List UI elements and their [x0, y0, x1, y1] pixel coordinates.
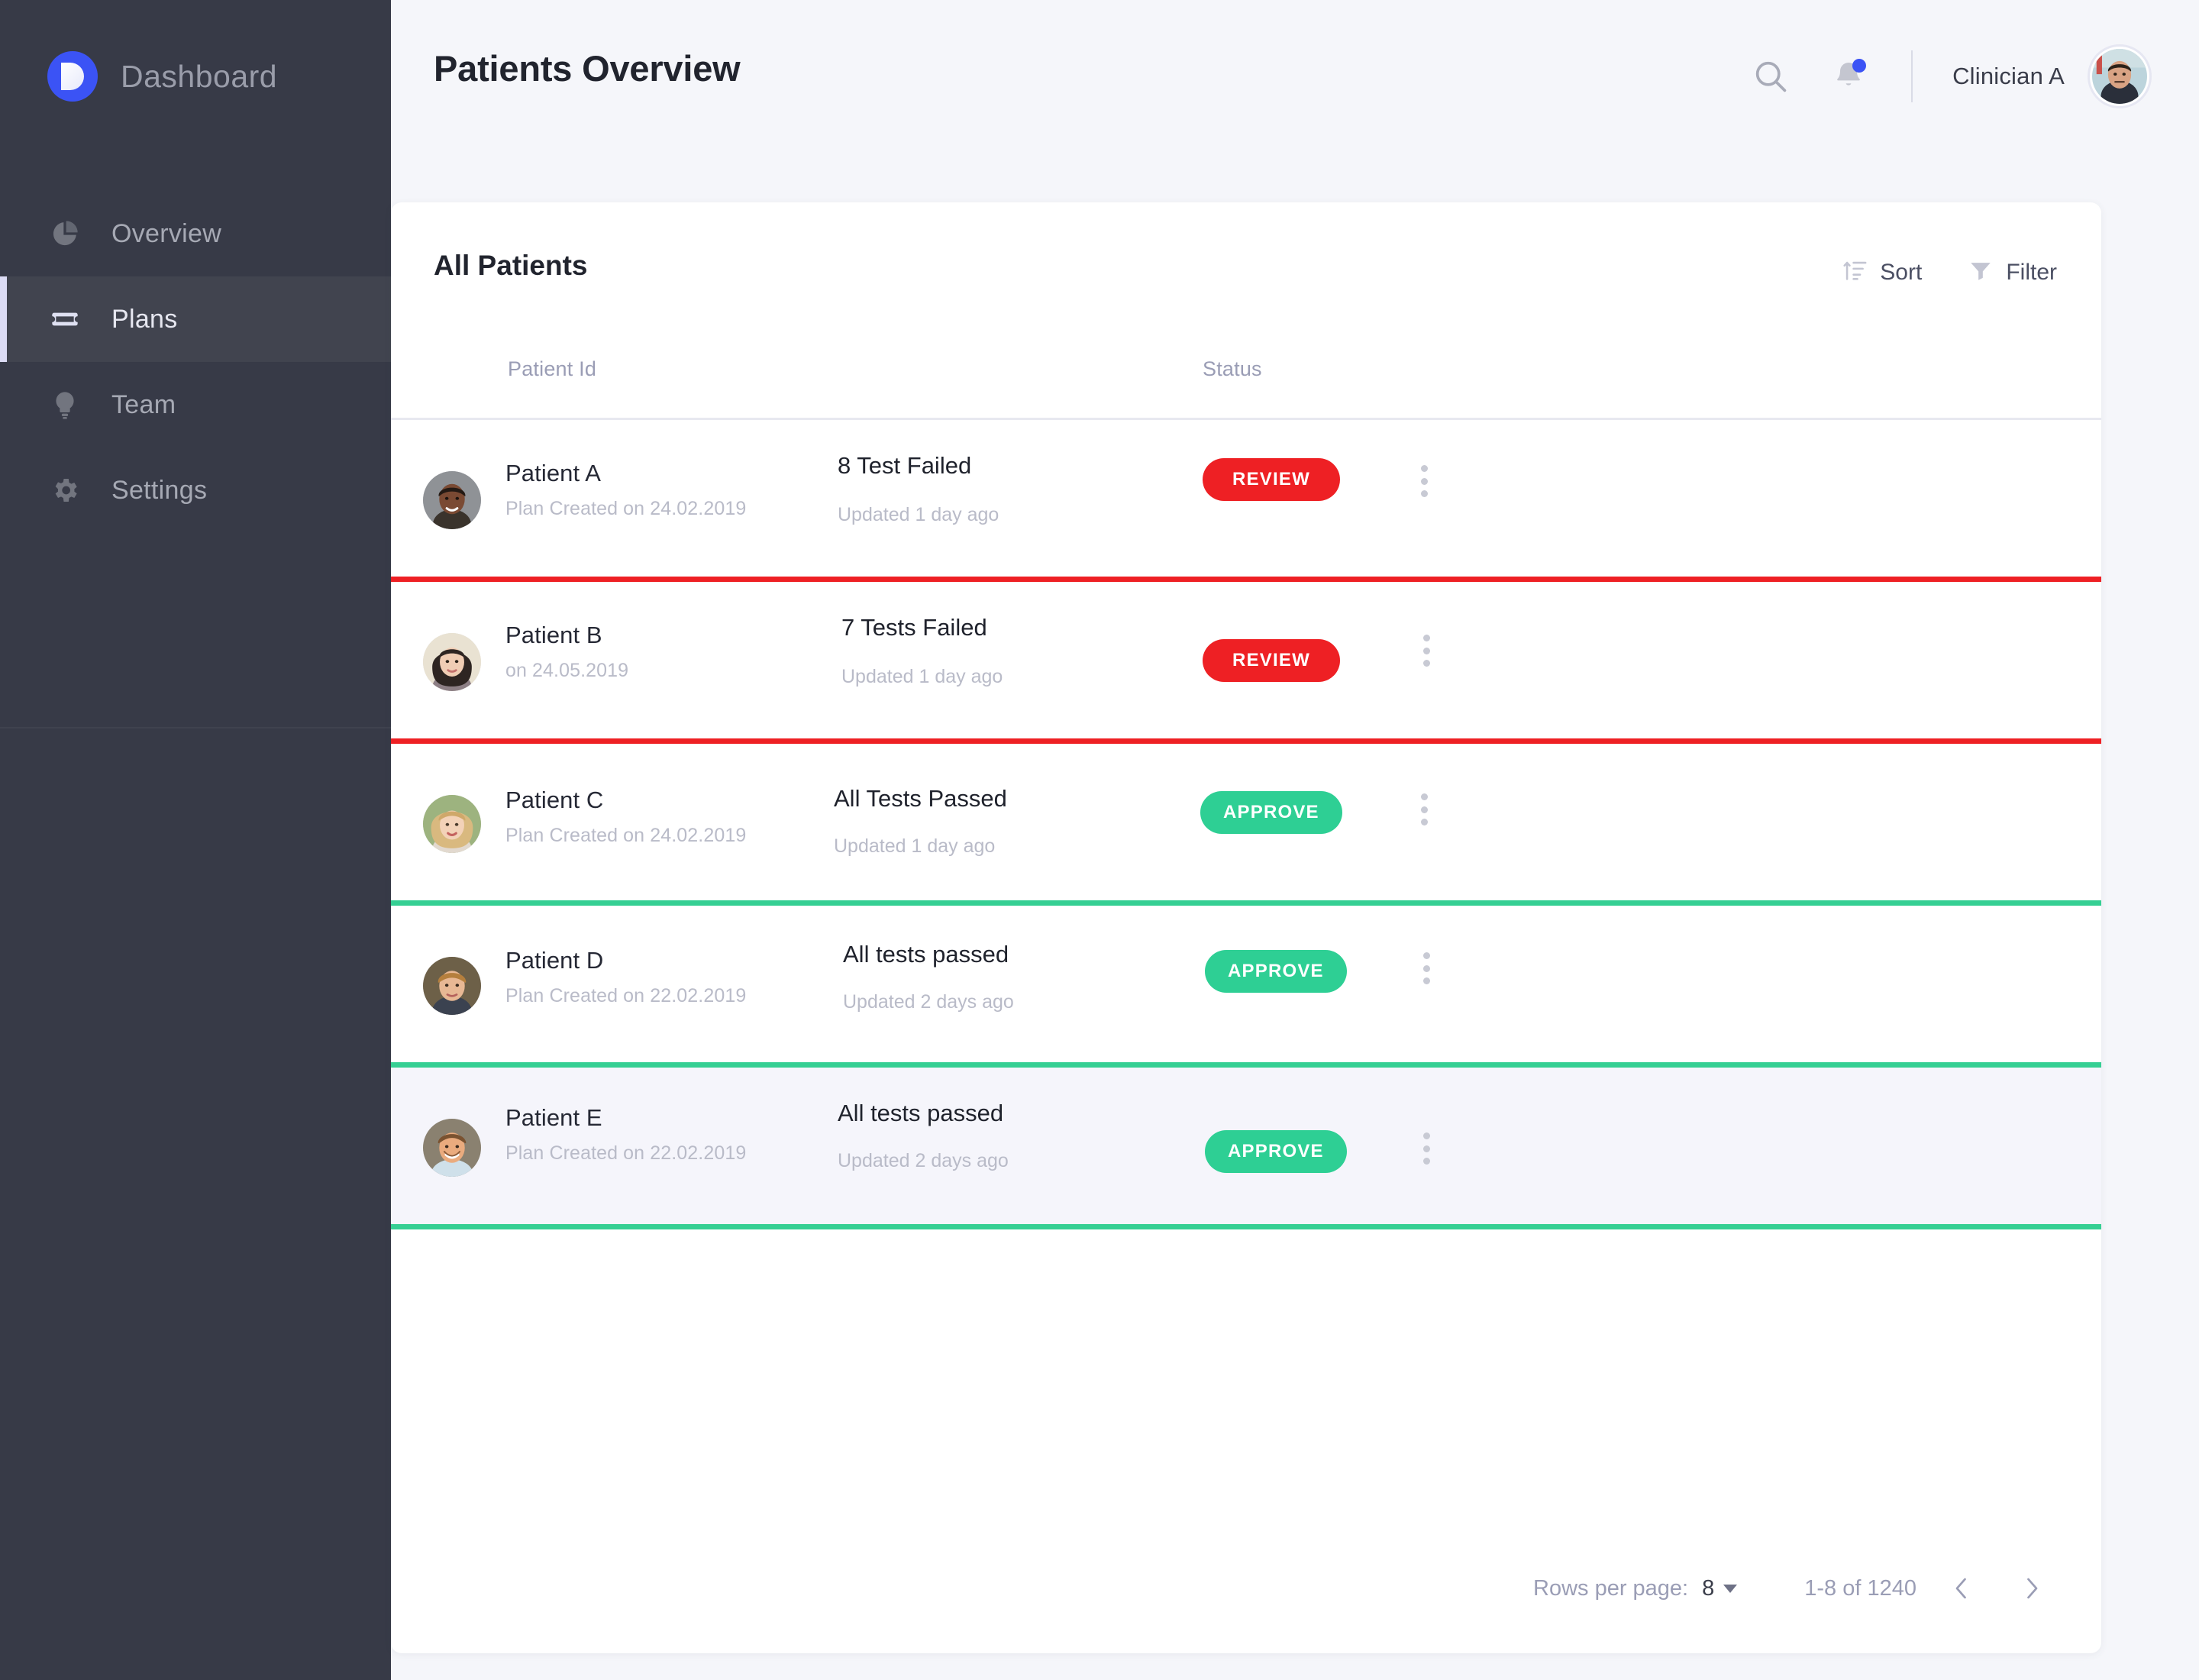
- avatar[interactable]: [2088, 44, 2152, 108]
- sidebar-item-label: Team: [111, 389, 176, 419]
- top-bar-divider: [1911, 50, 1913, 102]
- avatar-image: [2092, 49, 2147, 104]
- table-row[interactable]: Patient D Plan Created on 22.02.2019 All…: [391, 906, 2101, 1068]
- patient-plan-date: Plan Created on 24.02.2019: [505, 825, 747, 846]
- row-menu-button[interactable]: [1409, 629, 1444, 672]
- avatar: [423, 471, 481, 529]
- sort-icon: [1842, 257, 1868, 287]
- row-identity: Patient B on 24.05.2019: [505, 622, 628, 682]
- search-icon[interactable]: [1748, 53, 1794, 99]
- table-row[interactable]: Patient C Plan Created on 24.02.2019 All…: [391, 744, 2101, 906]
- patients-card: All Patients Sort Filter Patient Id Stat…: [391, 202, 2101, 1653]
- patient-plan-date: Plan Created on 22.02.2019: [505, 985, 747, 1006]
- sidebar-item-label: Plans: [111, 304, 178, 334]
- user-name: Clinician A: [1952, 63, 2065, 89]
- row-menu-button[interactable]: [1406, 460, 1442, 502]
- card-tools: Sort Filter: [1796, 257, 2057, 287]
- status-badge[interactable]: APPROVE: [1205, 950, 1347, 993]
- sort-label: Sort: [1880, 259, 1923, 285]
- updated-time: Updated 2 days ago: [843, 991, 1014, 1013]
- column-header-status: Status: [1203, 357, 1262, 380]
- row-identity: Patient D Plan Created on 22.02.2019: [505, 947, 746, 1007]
- row-menu-button[interactable]: [1406, 788, 1442, 831]
- ticket-icon: [47, 302, 82, 337]
- sidebar-item-label: Settings: [111, 475, 208, 505]
- status-badge[interactable]: APPROVE: [1200, 791, 1342, 834]
- sidebar-item-settings[interactable]: Settings: [0, 447, 391, 533]
- sidebar: Dashboard Overview Plans Team Settings: [0, 0, 391, 1680]
- row-identity: Patient C Plan Created on 24.02.2019: [505, 787, 746, 847]
- avatar: [423, 1119, 481, 1177]
- card-title: All Patients: [434, 250, 588, 281]
- card-header: All Patients Sort Filter: [391, 202, 2101, 336]
- filter-button[interactable]: Filter: [1968, 257, 2057, 287]
- rows-per-page-value[interactable]: 8: [1702, 1576, 1714, 1601]
- status-badge[interactable]: APPROVE: [1205, 1130, 1347, 1173]
- brand-name: Dashboard: [121, 58, 278, 94]
- avatar: [423, 957, 481, 1015]
- sidebar-item-overview[interactable]: Overview: [0, 191, 391, 276]
- pagination-range: 1-8 of 1240: [1804, 1575, 1916, 1601]
- table-row[interactable]: Patient A Plan Created on 24.02.2019 8 T…: [391, 420, 2101, 582]
- app-root: Dashboard Overview Plans Team Settings P…: [0, 0, 2199, 1680]
- patient-name: Patient E: [505, 1104, 602, 1131]
- brand[interactable]: Dashboard: [0, 0, 391, 153]
- sidebar-item-team[interactable]: Team: [0, 362, 391, 447]
- updated-time: Updated 1 day ago: [834, 835, 996, 857]
- patient-name: Patient C: [505, 787, 604, 813]
- filter-icon: [1968, 257, 1994, 287]
- row-identity: Patient A Plan Created on 24.02.2019: [505, 460, 746, 520]
- bulb-icon: [47, 387, 82, 422]
- notification-dot: [1852, 59, 1867, 73]
- patient-plan-date: Plan Created on 24.02.2019: [505, 498, 747, 519]
- column-header-patient-id: Patient Id: [508, 357, 597, 380]
- chevron-down-icon[interactable]: [1723, 1584, 1738, 1593]
- test-result: 7 Tests Failed: [841, 614, 987, 641]
- patient-name: Patient D: [505, 947, 604, 974]
- logo-d-mark-icon: [47, 51, 98, 102]
- avatar: [423, 633, 481, 691]
- sidebar-nav: Overview Plans Team Settings: [0, 191, 391, 533]
- pie-chart-icon: [47, 216, 82, 251]
- patient-name: Patient B: [505, 622, 602, 648]
- patient-plan-date: on 24.05.2019: [505, 660, 629, 681]
- updated-time: Updated 2 days ago: [838, 1150, 1009, 1171]
- table-row[interactable]: Patient B on 24.05.2019 7 Tests Failed U…: [391, 582, 2101, 744]
- chevron-right-icon[interactable]: [2007, 1563, 2057, 1614]
- test-result: All tests passed: [843, 941, 1009, 968]
- row-menu-button[interactable]: [1409, 1127, 1444, 1170]
- pagination: Rows per page: 8 1-8 of 1240: [1533, 1563, 2057, 1614]
- table-row[interactable]: Patient E Plan Created on 22.02.2019 All…: [391, 1068, 2101, 1229]
- avatar: [423, 795, 481, 853]
- top-bar: Patients Overview Clinician A: [391, 0, 2199, 189]
- test-result: All Tests Passed: [834, 785, 1007, 812]
- sort-button[interactable]: Sort: [1842, 257, 1922, 287]
- patient-plan-date: Plan Created on 22.02.2019: [505, 1142, 747, 1164]
- top-bar-actions: Clinician A: [1748, 40, 2152, 113]
- page-title: Patients Overview: [434, 48, 741, 89]
- test-result: All tests passed: [838, 1100, 1004, 1126]
- status-badge[interactable]: REVIEW: [1203, 639, 1340, 682]
- patient-name: Patient A: [505, 460, 601, 486]
- row-menu-button[interactable]: [1409, 947, 1444, 990]
- test-result: 8 Test Failed: [838, 452, 972, 479]
- sidebar-item-label: Overview: [111, 218, 222, 248]
- status-badge[interactable]: REVIEW: [1203, 458, 1340, 501]
- chevron-left-icon[interactable]: [1936, 1563, 1987, 1614]
- bell-icon[interactable]: [1826, 53, 1871, 99]
- updated-time: Updated 1 day ago: [841, 666, 1003, 687]
- gear-icon: [47, 473, 82, 508]
- sidebar-divider: [0, 727, 391, 729]
- updated-time: Updated 1 day ago: [838, 504, 999, 525]
- filter-label: Filter: [2006, 259, 2057, 285]
- sidebar-item-plans[interactable]: Plans: [0, 276, 391, 362]
- rows-per-page-label: Rows per page:: [1533, 1575, 1689, 1601]
- row-identity: Patient E Plan Created on 22.02.2019: [505, 1104, 746, 1165]
- table-column-headers: Patient Id Status: [391, 336, 2101, 420]
